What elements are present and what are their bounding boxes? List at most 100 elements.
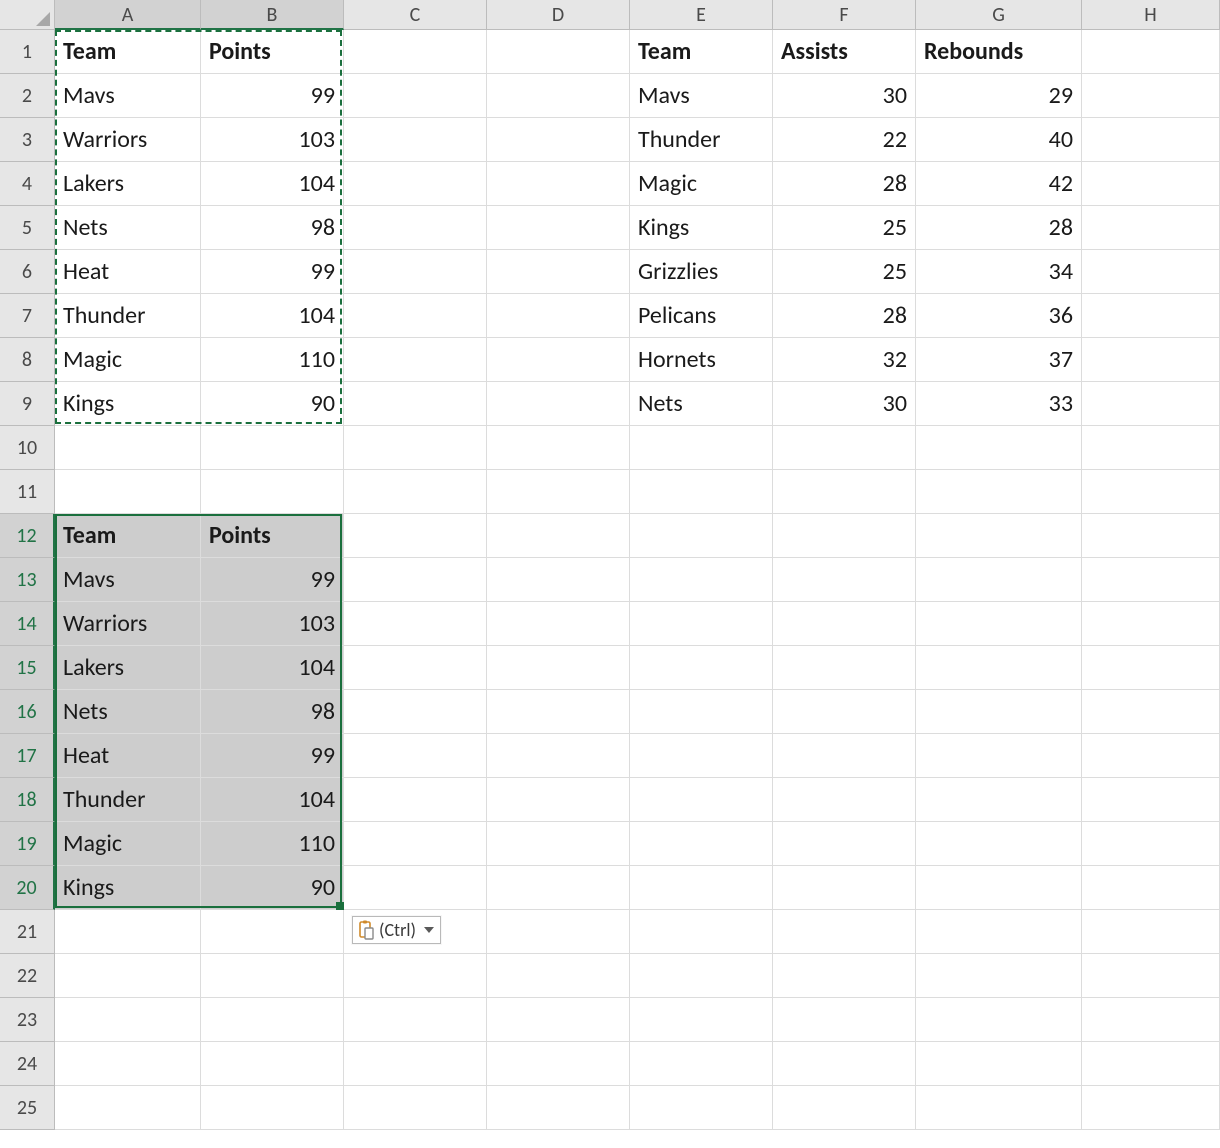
cell-A7[interactable]: Thunder [55,294,201,338]
cell-C13[interactable] [344,558,487,602]
cell-B24[interactable] [201,1042,344,1086]
cell-B6[interactable]: 99 [201,250,344,294]
column-header-C[interactable]: C [344,0,487,30]
cell-G10[interactable] [916,426,1082,470]
cell-E22[interactable] [630,954,773,998]
cell-H10[interactable] [1082,426,1220,470]
cell-H11[interactable] [1082,470,1220,514]
cell-F16[interactable] [773,690,916,734]
cell-grid[interactable]: TeamPointsTeamAssistsReboundsMavs99Mavs3… [55,30,1220,1130]
cell-B13[interactable]: 99 [201,558,344,602]
cell-E24[interactable] [630,1042,773,1086]
cell-C9[interactable] [344,382,487,426]
cell-H19[interactable] [1082,822,1220,866]
cell-B16[interactable]: 98 [201,690,344,734]
column-headers[interactable]: ABCDEFGH [55,0,1220,30]
cell-F5[interactable]: 25 [773,206,916,250]
cell-A13[interactable]: Mavs [55,558,201,602]
cell-H4[interactable] [1082,162,1220,206]
cell-C15[interactable] [344,646,487,690]
cell-F21[interactable] [773,910,916,954]
cell-E19[interactable] [630,822,773,866]
row-header-10[interactable]: 10 [0,426,55,470]
cell-F20[interactable] [773,866,916,910]
cell-A1[interactable]: Team [55,30,201,74]
row-header-23[interactable]: 23 [0,998,55,1042]
cell-F23[interactable] [773,998,916,1042]
cell-A25[interactable] [55,1086,201,1130]
row-header-3[interactable]: 3 [0,118,55,162]
cell-B4[interactable]: 104 [201,162,344,206]
cell-F13[interactable] [773,558,916,602]
cell-A16[interactable]: Nets [55,690,201,734]
cell-E3[interactable]: Thunder [630,118,773,162]
cell-C12[interactable] [344,514,487,558]
cell-H7[interactable] [1082,294,1220,338]
cell-G25[interactable] [916,1086,1082,1130]
cell-B3[interactable]: 103 [201,118,344,162]
cell-E9[interactable]: Nets [630,382,773,426]
cell-G12[interactable] [916,514,1082,558]
cell-G8[interactable]: 37 [916,338,1082,382]
row-header-22[interactable]: 22 [0,954,55,998]
cell-C7[interactable] [344,294,487,338]
cell-F6[interactable]: 25 [773,250,916,294]
column-header-G[interactable]: G [916,0,1082,30]
cell-G9[interactable]: 33 [916,382,1082,426]
cell-D3[interactable] [487,118,630,162]
cell-D13[interactable] [487,558,630,602]
cell-C4[interactable] [344,162,487,206]
cell-B7[interactable]: 104 [201,294,344,338]
cell-F18[interactable] [773,778,916,822]
cell-G3[interactable]: 40 [916,118,1082,162]
cell-B21[interactable] [201,910,344,954]
cell-B19[interactable]: 110 [201,822,344,866]
cell-E23[interactable] [630,998,773,1042]
cell-A10[interactable] [55,426,201,470]
cell-A14[interactable]: Warriors [55,602,201,646]
column-header-E[interactable]: E [630,0,773,30]
cell-G16[interactable] [916,690,1082,734]
cell-A8[interactable]: Magic [55,338,201,382]
cell-F19[interactable] [773,822,916,866]
cell-D12[interactable] [487,514,630,558]
cell-D1[interactable] [487,30,630,74]
cell-C1[interactable] [344,30,487,74]
cell-D24[interactable] [487,1042,630,1086]
cell-D14[interactable] [487,602,630,646]
cell-H5[interactable] [1082,206,1220,250]
cell-E18[interactable] [630,778,773,822]
cell-F1[interactable]: Assists [773,30,916,74]
cell-B15[interactable]: 104 [201,646,344,690]
row-headers[interactable]: 1234567891011121314151617181920212223242… [0,30,55,1130]
cell-H9[interactable] [1082,382,1220,426]
cell-G19[interactable] [916,822,1082,866]
cell-E2[interactable]: Mavs [630,74,773,118]
row-header-13[interactable]: 13 [0,558,55,602]
cell-E6[interactable]: Grizzlies [630,250,773,294]
cell-H2[interactable] [1082,74,1220,118]
cell-E21[interactable] [630,910,773,954]
cell-B1[interactable]: Points [201,30,344,74]
cell-D9[interactable] [487,382,630,426]
cell-C19[interactable] [344,822,487,866]
row-header-12[interactable]: 12 [0,514,55,558]
row-header-15[interactable]: 15 [0,646,55,690]
row-header-4[interactable]: 4 [0,162,55,206]
cell-H21[interactable] [1082,910,1220,954]
cell-C20[interactable] [344,866,487,910]
cell-H1[interactable] [1082,30,1220,74]
row-header-8[interactable]: 8 [0,338,55,382]
cell-H22[interactable] [1082,954,1220,998]
cell-D19[interactable] [487,822,630,866]
cell-E10[interactable] [630,426,773,470]
cell-D6[interactable] [487,250,630,294]
cell-D11[interactable] [487,470,630,514]
cell-C22[interactable] [344,954,487,998]
cell-G5[interactable]: 28 [916,206,1082,250]
cell-D22[interactable] [487,954,630,998]
cell-F4[interactable]: 28 [773,162,916,206]
row-header-16[interactable]: 16 [0,690,55,734]
row-header-18[interactable]: 18 [0,778,55,822]
cell-F8[interactable]: 32 [773,338,916,382]
